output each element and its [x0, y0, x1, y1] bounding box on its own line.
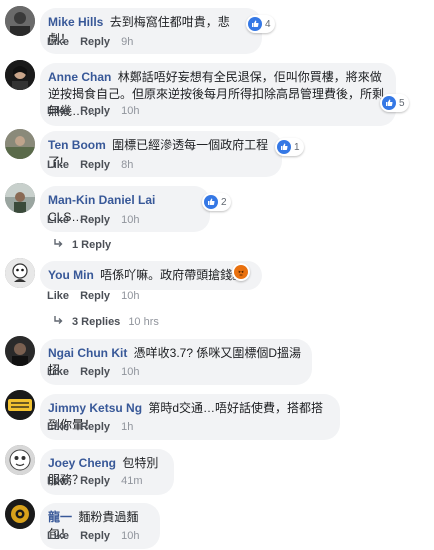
like-icon [382, 96, 396, 110]
reaction-number: 1 [294, 141, 300, 153]
view-replies-link[interactable]: 3 Replies 10 hrs [53, 316, 159, 328]
timestamp[interactable]: 10h [121, 530, 139, 542]
like-button[interactable]: Like [47, 36, 69, 48]
commenter-name[interactable]: 龍一 [48, 510, 72, 524]
comment-actions: Like Reply 41m [47, 475, 143, 487]
like-button[interactable]: Like [47, 475, 69, 487]
reply-count[interactable]: 1 Reply [72, 239, 111, 251]
timestamp[interactable]: 9h [121, 36, 133, 48]
commenter-name[interactable]: Ten Boom [48, 138, 106, 152]
comment-actions: Like Reply 10h [47, 214, 139, 226]
reaction-count[interactable]: 5 [380, 94, 409, 112]
reaction-count[interactable]: 1 [275, 138, 304, 156]
reply-button[interactable]: Reply [80, 214, 110, 226]
like-button[interactable]: Like [47, 366, 69, 378]
reaction-number: 2 [221, 196, 227, 208]
comment-actions: Like Reply 9h [47, 36, 133, 48]
reply-button[interactable]: Reply [80, 530, 110, 542]
comment-actions: Like Reply 10h [47, 530, 139, 542]
like-button[interactable]: Like [47, 214, 69, 226]
reply-button[interactable]: Reply [80, 36, 110, 48]
timestamp[interactable]: 1h [121, 421, 133, 433]
avatar[interactable] [5, 390, 35, 420]
comment-bubble: Joey Cheng 包特別服務？ [40, 449, 174, 495]
like-icon [204, 195, 218, 209]
like-button[interactable]: Like [47, 105, 69, 117]
comment-actions: Like Reply 10h [47, 105, 139, 117]
timestamp[interactable]: 10h [121, 290, 139, 302]
commenter-name[interactable]: Anne Chan [48, 70, 111, 84]
reply-button[interactable]: Reply [80, 105, 110, 117]
comment-bubble: 龍一 麵粉貴過麵包！ [40, 503, 160, 549]
reaction-count[interactable] [232, 263, 250, 281]
reply-arrow-icon [53, 316, 63, 328]
reaction-number: 4 [265, 18, 271, 30]
like-icon [277, 140, 291, 154]
comment-actions: Like Reply 10h [47, 290, 139, 302]
commenter-name[interactable]: Joey Cheng [48, 456, 116, 470]
reply-arrow-icon [53, 239, 63, 251]
comment-bubble: Ngai Chun Kit 憑咩收3.7? 係咪又圍標個D搵湯招 [40, 339, 312, 385]
reply-button[interactable]: Reply [80, 290, 110, 302]
comment-bubble: You Min 唔係吖嘛。政府帶頭搶錢。 [40, 261, 262, 290]
timestamp[interactable]: 8h [121, 159, 133, 171]
timestamp[interactable]: 10h [121, 366, 139, 378]
avatar[interactable] [5, 129, 35, 159]
avatar[interactable] [5, 258, 35, 288]
avatar[interactable] [5, 6, 35, 36]
reply-button[interactable]: Reply [80, 159, 110, 171]
reaction-number: 5 [399, 97, 405, 109]
commenter-name[interactable]: Jimmy Ketsu Ng [48, 401, 142, 415]
comment-bubble: Jimmy Ketsu Ng 第時d交通…唔好話使費，搭都搭到你暈！ [40, 394, 340, 440]
view-replies-link[interactable]: 1 Reply [53, 239, 111, 251]
avatar[interactable] [5, 60, 35, 90]
commenter-name[interactable]: Ngai Chun Kit [48, 346, 127, 360]
avatar[interactable] [5, 445, 35, 475]
timestamp[interactable]: 10h [121, 105, 139, 117]
timestamp[interactable]: 41m [121, 475, 142, 487]
comment-actions: Like Reply 10h [47, 366, 139, 378]
reply-button[interactable]: Reply [80, 366, 110, 378]
avatar[interactable] [5, 499, 35, 529]
comment-text: 唔係吖嘛。政府帶頭搶錢。 [100, 268, 245, 282]
reply-button[interactable]: Reply [80, 421, 110, 433]
angry-icon [234, 265, 248, 279]
timestamp[interactable]: 10h [121, 214, 139, 226]
reply-count[interactable]: 3 Replies [72, 316, 120, 328]
like-button[interactable]: Like [47, 290, 69, 302]
like-button[interactable]: Like [47, 159, 69, 171]
like-button[interactable]: Like [47, 530, 69, 542]
avatar[interactable] [5, 183, 35, 213]
like-icon [248, 17, 262, 31]
reply-button[interactable]: Reply [80, 475, 110, 487]
commenter-name[interactable]: Mike Hills [48, 15, 103, 29]
reaction-count[interactable]: 4 [246, 15, 275, 33]
comment-actions: Like Reply 8h [47, 159, 133, 171]
replies-timestamp: 10 hrs [128, 316, 159, 328]
avatar[interactable] [5, 336, 35, 366]
reaction-count[interactable]: 2 [202, 193, 231, 211]
commenter-name[interactable]: You Min [48, 268, 94, 282]
like-button[interactable]: Like [47, 421, 69, 433]
comment-actions: Like Reply 1h [47, 421, 133, 433]
commenter-name[interactable]: Man-Kin Daniel Lai [48, 193, 155, 207]
